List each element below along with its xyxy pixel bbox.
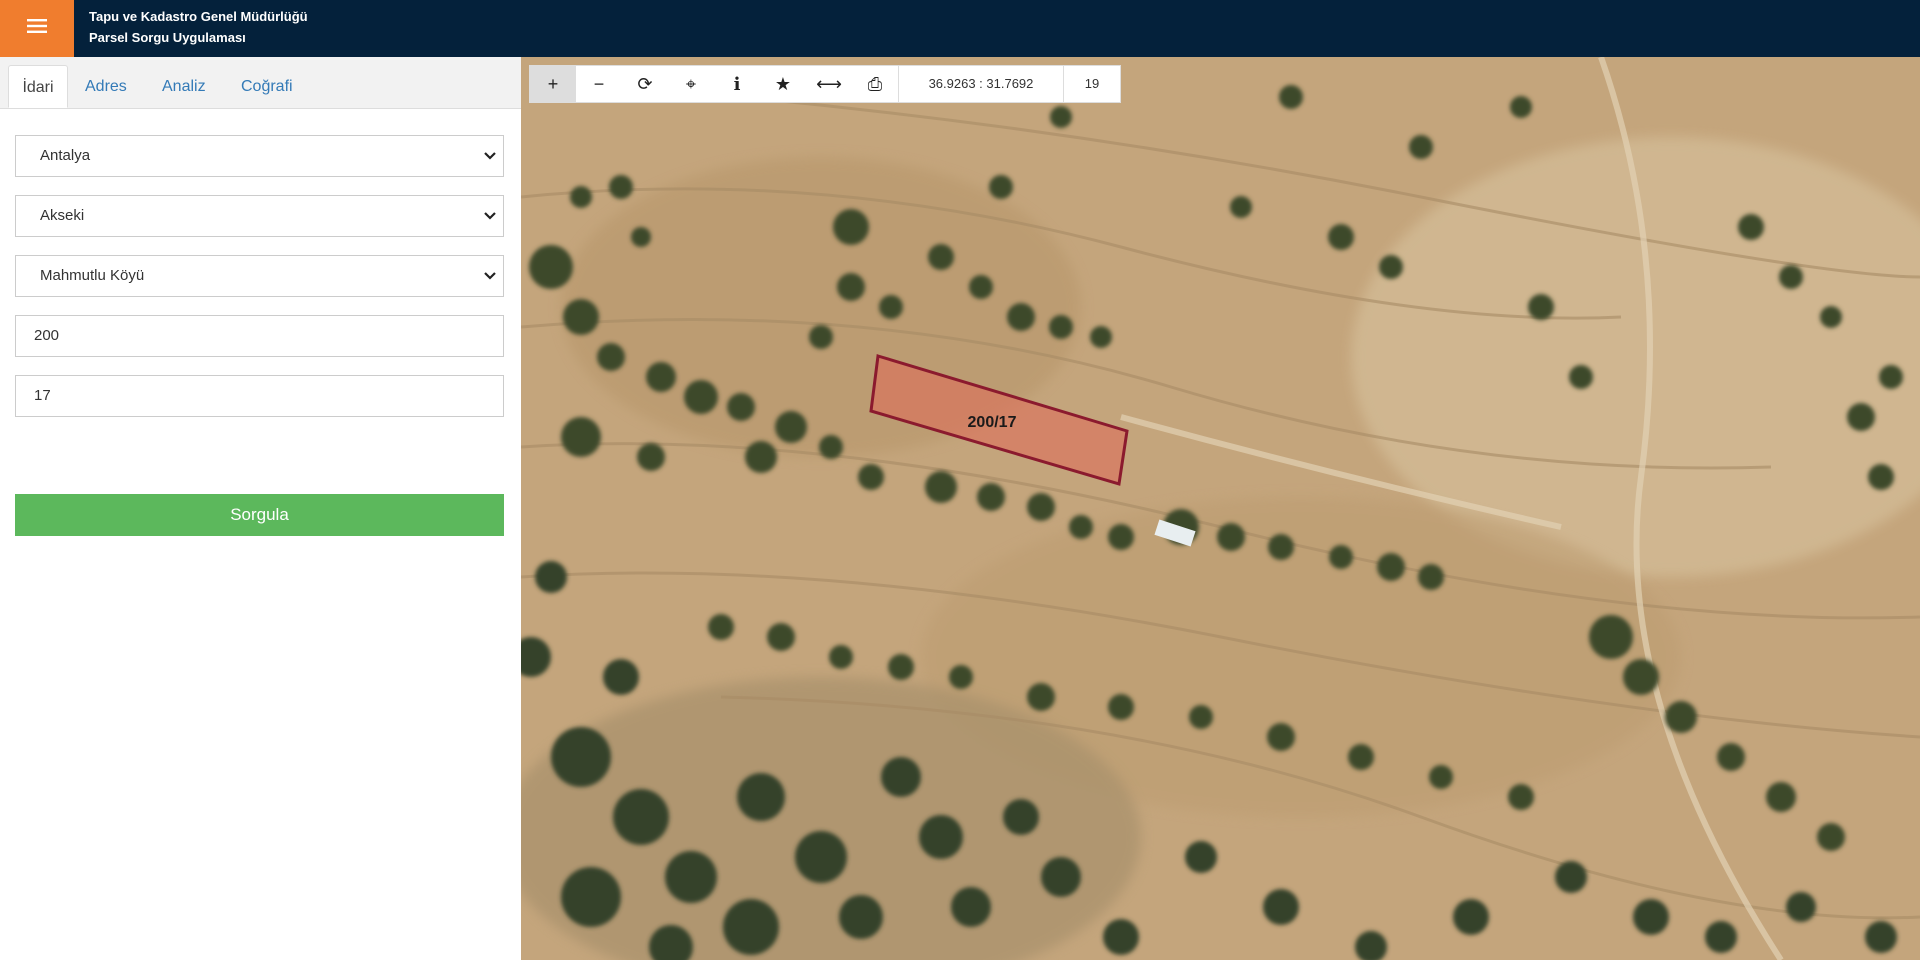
hamburger-icon	[27, 19, 47, 38]
crosshair-icon[interactable]: ⌖	[668, 66, 714, 102]
coordinate-readout: 36.9263 : 31.7692	[898, 66, 1063, 102]
star-icon[interactable]: ★	[760, 66, 806, 102]
district-value: Akseki	[40, 207, 85, 224]
block-input[interactable]: 200	[15, 315, 504, 357]
refresh-icon[interactable]: ⟳	[622, 66, 668, 102]
query-button[interactable]: Sorgula	[15, 494, 504, 536]
top-bar: Tapu ve Kadastro Genel Müdürlüğü Parsel …	[0, 0, 1920, 57]
neighborhood-value: Mahmutlu Köyü	[40, 267, 145, 284]
app-title-line2: Parsel Sorgu Uygulaması	[89, 30, 246, 45]
parcel-value: 17	[34, 387, 51, 404]
app-title: Tapu ve Kadastro Genel Müdürlüğü Parsel …	[89, 6, 308, 48]
minus-icon[interactable]: −	[576, 66, 622, 102]
satellite-imagery: 200/17	[521, 57, 1920, 960]
zoom-level: 19	[1063, 66, 1120, 102]
chevron-down-icon	[483, 196, 497, 252]
map-view[interactable]: 200/17 + − ⟳ ⌖ i ★ ⟷ ⎙ 36.9263 : 31.7692…	[521, 57, 1920, 960]
block-value: 200	[34, 327, 60, 344]
info-icon[interactable]: i	[714, 66, 760, 102]
tab-cografi[interactable]: Coğrafi	[241, 65, 293, 108]
tab-bar: İdari Adres Analiz Coğrafi	[0, 57, 521, 109]
parcel-label: 200/17	[968, 414, 1017, 431]
chevron-down-icon	[483, 256, 497, 312]
parcel-input[interactable]: 17	[15, 375, 504, 417]
sidebar: İdari Adres Analiz Coğrafi Antalya Aksek…	[0, 57, 521, 960]
print-icon[interactable]: ⎙	[852, 66, 898, 102]
map-toolbar: + − ⟳ ⌖ i ★ ⟷ ⎙ 36.9263 : 31.7692 19	[529, 65, 1121, 103]
chevron-down-icon	[483, 136, 497, 192]
district-select[interactable]: Akseki	[15, 195, 504, 237]
neighborhood-select[interactable]: Mahmutlu Köyü	[15, 255, 504, 297]
province-select[interactable]: Antalya	[15, 135, 504, 177]
tab-adres[interactable]: Adres	[85, 65, 127, 108]
plus-icon[interactable]: +	[530, 66, 576, 102]
tab-idari[interactable]: İdari	[8, 65, 68, 108]
province-value: Antalya	[40, 147, 91, 164]
app-title-line1: Tapu ve Kadastro Genel Müdürlüğü	[89, 9, 308, 24]
measure-icon[interactable]: ⟷	[806, 66, 852, 102]
tab-analiz[interactable]: Analiz	[162, 65, 206, 108]
menu-button[interactable]	[0, 0, 74, 57]
